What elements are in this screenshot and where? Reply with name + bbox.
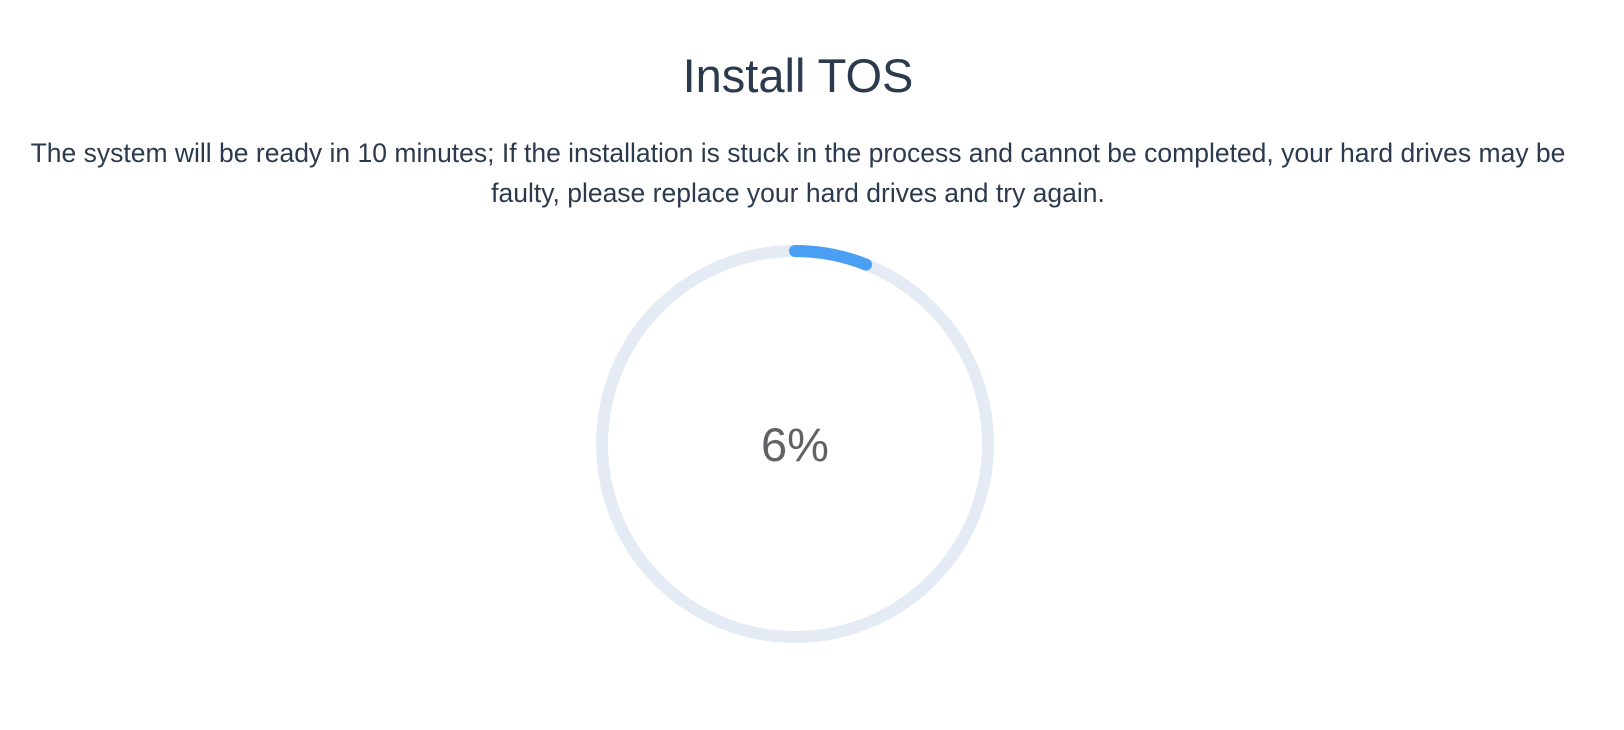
- page-title: Install TOS: [682, 49, 914, 102]
- install-description: The system will be ready in 10 minutes; …: [30, 138, 1566, 208]
- install-page: Install TOS The system will be ready in …: [0, 0, 1624, 730]
- circular-progress: 6%: [595, 244, 995, 644]
- progress-percent: 6%: [761, 417, 829, 471]
